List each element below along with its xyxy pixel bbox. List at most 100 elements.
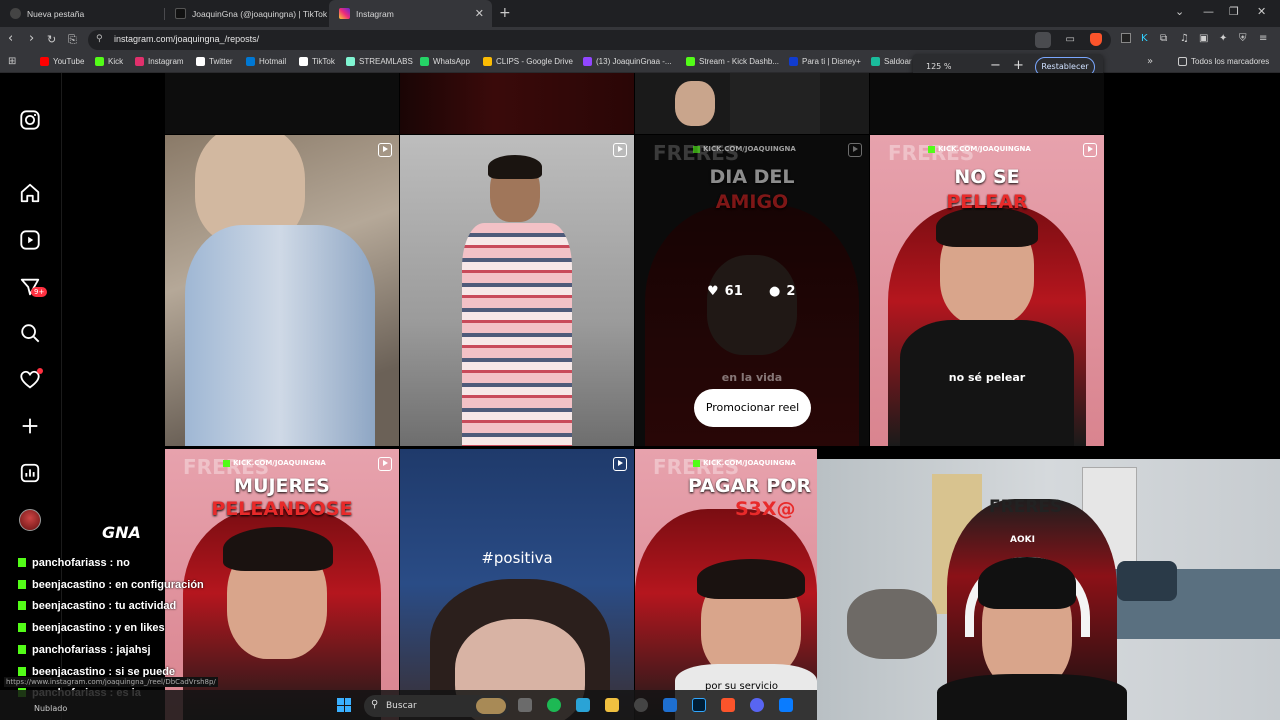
search-highlight-icon bbox=[476, 698, 506, 714]
extension-k-icon[interactable]: K bbox=[1141, 33, 1148, 44]
spotify-icon[interactable] bbox=[547, 698, 561, 712]
bookmark-disney[interactable]: Para ti | Disney+ bbox=[789, 57, 861, 66]
obs-icon[interactable] bbox=[634, 698, 648, 712]
weather-status: Nublado bbox=[34, 704, 68, 713]
more-bookmarks-icon[interactable]: » bbox=[1147, 56, 1153, 67]
zoom-out-button[interactable]: − bbox=[990, 58, 1001, 73]
bookmark-icon[interactable]: ⎘ bbox=[68, 33, 77, 47]
reel-icon bbox=[613, 457, 627, 471]
close-window-icon[interactable]: ✕ bbox=[1257, 5, 1266, 18]
reel-tile-top-3[interactable] bbox=[635, 73, 869, 134]
vpn-icon[interactable]: ⛨ bbox=[1239, 33, 1247, 44]
file-explorer-icon[interactable] bbox=[605, 698, 619, 712]
profile-avatar[interactable] bbox=[19, 509, 41, 531]
reel-tile-3[interactable]: FRERES KICK.COM/JOAQUINGNA DIA DEL AMIGO… bbox=[635, 135, 869, 446]
bookmark-tiktok[interactable]: TikTok bbox=[299, 57, 335, 66]
brave-shields-icon[interactable] bbox=[1090, 33, 1102, 46]
chat-user: beenjacastino bbox=[32, 622, 106, 634]
instagram-logo-icon[interactable] bbox=[19, 109, 41, 131]
tab-instagram[interactable]: Instagram ✕ bbox=[329, 0, 492, 27]
restore-icon[interactable]: ❐ bbox=[1229, 5, 1239, 18]
apps-grid-icon[interactable]: ⊞ bbox=[8, 56, 16, 67]
sidebar-icon[interactable]: ▣ bbox=[1199, 33, 1208, 44]
title-line1: DIA DEL bbox=[709, 166, 795, 188]
bookmark-instagram[interactable]: Instagram bbox=[135, 57, 184, 66]
extension-tiktok-icon[interactable] bbox=[1121, 33, 1131, 43]
all-bookmarks[interactable]: Todos los marcadores bbox=[1178, 57, 1269, 66]
reel-tile-top-1[interactable] bbox=[165, 73, 399, 134]
tab-tiktok[interactable]: JoaquinGna (@joaquingna) | TikTok bbox=[165, 0, 329, 27]
chair-shape bbox=[847, 589, 937, 659]
reload-icon[interactable]: ↻ bbox=[47, 33, 56, 46]
saldoar-icon bbox=[871, 57, 880, 66]
reels-icon[interactable] bbox=[19, 229, 41, 251]
zoom-level: 125 % bbox=[926, 62, 952, 71]
kick-watermark: KICK.COM/JOAQUINGNA bbox=[223, 459, 326, 467]
reel-icon bbox=[378, 457, 392, 471]
close-tab-icon[interactable]: ✕ bbox=[475, 7, 484, 20]
title-line1: MUJERES bbox=[234, 475, 330, 497]
discord-icon[interactable] bbox=[750, 698, 764, 712]
bookmark-google-drive[interactable]: CLIPS - Google Drive bbox=[483, 57, 573, 66]
task-view-icon[interactable] bbox=[518, 698, 532, 712]
hand-shape bbox=[675, 81, 715, 126]
title-line2: PELEANDOSE bbox=[211, 498, 353, 520]
site-info-icon[interactable]: ⚲ bbox=[96, 34, 103, 44]
bookmark-label: WhatsApp bbox=[433, 57, 470, 66]
taskbar-search[interactable]: ⚲ Buscar bbox=[364, 695, 510, 717]
vegas-icon[interactable] bbox=[663, 698, 677, 712]
bookmark-twitter[interactable]: Twitter bbox=[196, 57, 233, 66]
reel-tile-top-2[interactable] bbox=[400, 73, 634, 134]
app-icon[interactable] bbox=[779, 698, 793, 712]
reel-tile-7[interactable]: FRERES KICK.COM/JOAQUINGNA PAGAR POR S3X… bbox=[635, 449, 817, 720]
brave-icon[interactable] bbox=[721, 698, 735, 712]
reel-tile-1[interactable] bbox=[165, 135, 399, 446]
reel-tile-2[interactable] bbox=[400, 135, 634, 446]
bookmark-streamlabs[interactable]: STREAMLABS bbox=[346, 57, 413, 66]
search-icon[interactable] bbox=[19, 322, 41, 344]
windows-start-icon[interactable] bbox=[337, 698, 351, 712]
zoom-in-button[interactable]: + bbox=[1013, 58, 1024, 73]
minimize-icon[interactable]: — bbox=[1203, 5, 1214, 18]
new-tab-icon[interactable]: + bbox=[499, 5, 511, 21]
bookmark-hotmail[interactable]: Hotmail bbox=[246, 57, 286, 66]
home-icon[interactable] bbox=[19, 182, 41, 204]
promote-reel-button[interactable]: Promocionar reel bbox=[694, 389, 811, 427]
zoom-indicator-icon[interactable] bbox=[1035, 32, 1051, 48]
extensions-icon[interactable]: ⧉ bbox=[1160, 33, 1167, 44]
menu-icon[interactable]: ≡ bbox=[1259, 33, 1267, 44]
twitch-icon bbox=[583, 57, 592, 66]
url-text[interactable]: instagram.com/joaquingna_/reposts/ bbox=[114, 34, 259, 44]
chat-text: : y en likes bbox=[105, 622, 165, 634]
heart-filled-icon: ♥ bbox=[707, 284, 719, 299]
notepad-icon[interactable] bbox=[576, 698, 590, 712]
tab-new-tab[interactable]: Nueva pestaña bbox=[0, 0, 160, 27]
dashboard-icon[interactable] bbox=[19, 462, 41, 484]
bookmark-saldoar[interactable]: Saldoar bbox=[871, 57, 912, 66]
kick-icon bbox=[95, 57, 104, 66]
kick-icon bbox=[18, 645, 26, 654]
address-bar[interactable]: ⚲ instagram.com/joaquingna_/reposts/ ▭ bbox=[88, 30, 1111, 50]
cast-icon[interactable]: ▭ bbox=[1066, 34, 1075, 45]
chevron-down-icon[interactable]: ⌄ bbox=[1175, 5, 1184, 18]
forward-icon[interactable]: › bbox=[29, 31, 34, 46]
photoshop-icon[interactable] bbox=[692, 698, 706, 712]
instagram-icon bbox=[135, 57, 144, 66]
back-icon[interactable]: ‹ bbox=[8, 31, 13, 46]
leo-ai-icon[interactable]: ✦ bbox=[1219, 33, 1227, 44]
reel-tile-6[interactable]: #positiva bbox=[400, 449, 634, 720]
bookmark-kick[interactable]: Kick bbox=[95, 57, 123, 66]
bookmark-whatsapp[interactable]: WhatsApp bbox=[420, 57, 470, 66]
media-icon[interactable]: ♫ bbox=[1180, 33, 1189, 44]
likes-count: ♥ 61 bbox=[707, 284, 743, 299]
chat-message: panchofariass : no bbox=[18, 557, 130, 569]
reel-tile-top-4[interactable] bbox=[870, 73, 1104, 134]
bookmark-youtube[interactable]: YouTube bbox=[40, 57, 84, 66]
kick-icon bbox=[18, 623, 26, 632]
reel-icon bbox=[1083, 143, 1097, 157]
bookmark-twitch[interactable]: (13) JoaquinGnaa -... bbox=[583, 57, 672, 66]
create-plus-icon[interactable] bbox=[19, 415, 41, 437]
bookmark-kick-dashboard[interactable]: Stream - Kick Dashb... bbox=[686, 57, 779, 66]
reel-tile-4[interactable]: FRERES KICK.COM/JOAQUINGNA NO SE PELEAR … bbox=[870, 135, 1104, 446]
browser-tab-strip: Nueva pestaña JoaquinGna (@joaquingna) |… bbox=[0, 0, 1280, 27]
